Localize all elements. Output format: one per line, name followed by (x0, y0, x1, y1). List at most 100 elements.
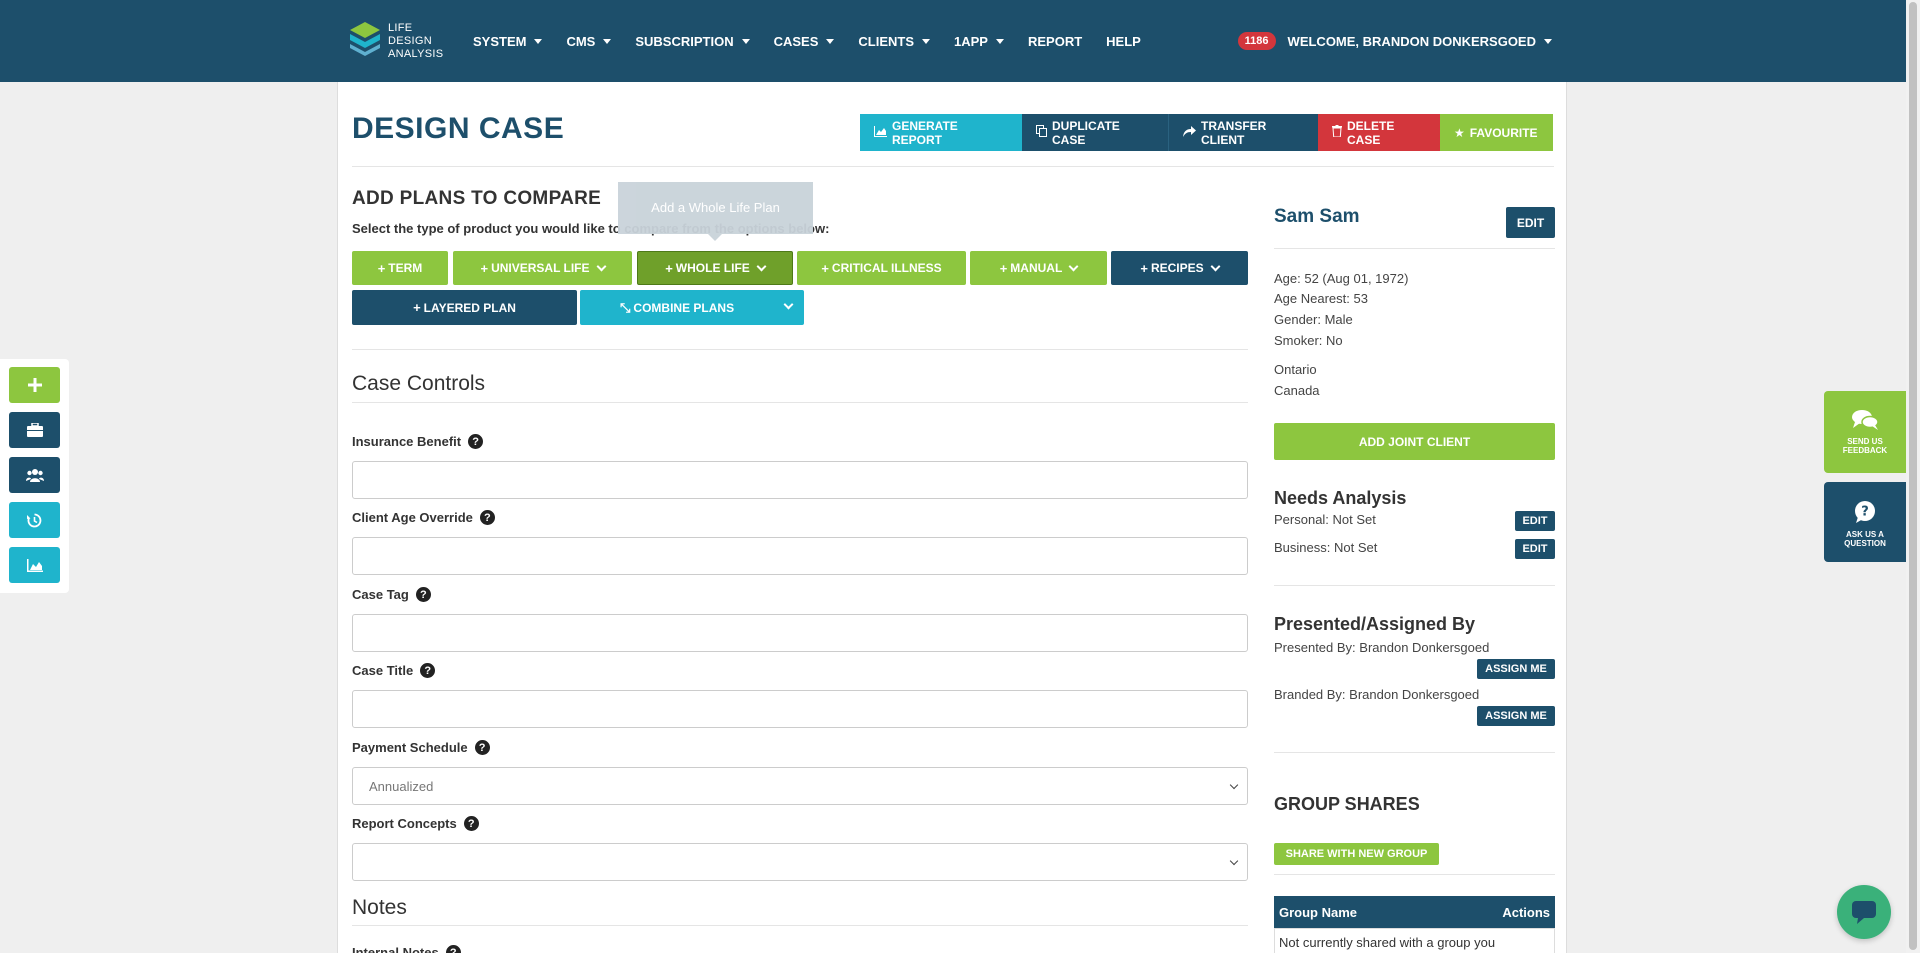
help-icon[interactable]: ? (445, 945, 461, 953)
nav-label: SYSTEM (473, 33, 527, 49)
help-icon[interactable]: ? (415, 587, 431, 602)
nav-help[interactable]: HELP (1106, 34, 1141, 49)
client-age-nearest: Age Nearest: 53 (1274, 291, 1368, 306)
logo-text-line: ANALYSIS (388, 48, 444, 60)
needs-personal: Personal: Not Set (1274, 512, 1376, 527)
payment-schedule-select[interactable]: Annualized (352, 767, 1248, 805)
user-menu[interactable]: WELCOME, BRANDON DONKERSGOED (1288, 34, 1552, 49)
chevron-down-icon (596, 261, 606, 271)
widget-label: FEEDBACK (1842, 446, 1888, 455)
nav-1app[interactable]: 1APP (954, 34, 1004, 49)
select-value: Annualized (369, 779, 434, 794)
table-row: Not currently shared with a group you (1274, 928, 1555, 953)
transfer-client-button[interactable]: TRANSFER CLIENT (1168, 114, 1318, 151)
scrollbar-thumb[interactable] (1909, 2, 1917, 950)
label-text: Report Concepts (352, 816, 457, 831)
add-critical-illness-button[interactable]: + CRITICAL ILLNESS (797, 251, 966, 285)
edit-personal-needs-button[interactable]: EDIT (1515, 511, 1555, 531)
insurance-benefit-label: Insurance Benefit? (352, 434, 484, 449)
question-bubble-icon: ? (1855, 501, 1875, 523)
notes-heading: Notes (352, 896, 407, 919)
label-text: Case Title (352, 663, 414, 678)
nav-system[interactable]: SYSTEM (473, 33, 543, 49)
chat-icon (1852, 901, 1876, 924)
button-label: WHOLE LIFE (675, 261, 750, 275)
favourite-button[interactable]: ★ FAVOURITE (1440, 114, 1553, 151)
case-title-label: Case Title? (352, 663, 436, 678)
case-tag-input[interactable] (352, 614, 1248, 652)
add-whole-life-button[interactable]: + WHOLE LIFE (637, 251, 793, 285)
button-label: GENERATE REPORT (892, 118, 958, 147)
nav-cases[interactable]: CASES (774, 34, 835, 49)
button-label: LAYERED PLAN (423, 300, 516, 315)
divider (352, 349, 1248, 350)
page-scrollbar[interactable] (1906, 0, 1920, 953)
quick-report-button[interactable] (9, 547, 60, 583)
widget-label: SEND US (1847, 437, 1883, 446)
users-icon (25, 469, 44, 482)
label-text: Insurance Benefit (352, 434, 462, 449)
button-label: MANUAL (1010, 261, 1063, 275)
report-concepts-select[interactable] (352, 843, 1248, 881)
quick-history-button[interactable] (9, 502, 60, 538)
add-layered-plan-button[interactable]: + LAYERED PLAN (352, 290, 577, 325)
duplicate-case-button[interactable]: DUPLICATE CASE (1022, 114, 1168, 151)
insurance-benefit-input[interactable] (352, 461, 1248, 499)
client-name: Sam Sam (1274, 206, 1360, 227)
logo[interactable]: LIFE DESIGN ANALYSIS (348, 20, 448, 62)
nav-label: CMS (566, 33, 596, 49)
quick-cases-button[interactable] (9, 412, 60, 448)
nav-subscription[interactable]: SUBSCRIPTION (635, 34, 750, 49)
send-feedback-widget[interactable]: SEND US FEEDBACK (1824, 391, 1906, 473)
case-controls-heading: Case Controls (352, 372, 486, 395)
assign-me-branded-button[interactable]: ASSIGN ME (1477, 706, 1555, 726)
help-icon[interactable]: ? (420, 663, 436, 678)
share-arrow-icon (1183, 125, 1196, 140)
chevron-down-icon (1068, 261, 1079, 271)
quick-clients-button[interactable] (9, 457, 60, 493)
button-label: DUPLICATE CASE (1052, 118, 1120, 147)
widget-label: ASK US A (1846, 530, 1884, 539)
add-manual-button[interactable]: + MANUAL (970, 251, 1107, 285)
quick-add-button[interactable] (9, 367, 60, 403)
help-icon[interactable]: ? (479, 510, 495, 525)
divider (1274, 874, 1555, 875)
edit-client-button[interactable]: EDIT (1506, 207, 1555, 238)
notification-badge[interactable]: 1186 (1237, 32, 1276, 50)
add-recipes-button[interactable]: + RECIPES (1111, 251, 1248, 285)
area-chart-icon (874, 125, 887, 140)
generate-report-button[interactable]: GENERATE REPORT (860, 114, 1022, 151)
ask-question-widget[interactable]: ? ASK US A QUESTION (1824, 482, 1906, 562)
top-navbar: LIFE DESIGN ANALYSIS SYSTEM CMS SUBSCRIP… (0, 0, 1920, 82)
combine-plans-button[interactable]: ⤡ COMBINE PLANS (580, 290, 804, 325)
briefcase-icon (26, 423, 43, 437)
help-icon[interactable]: ? (468, 434, 484, 449)
client-country: Canada (1274, 383, 1320, 398)
divider (352, 166, 1554, 167)
assign-me-presented-button[interactable]: ASSIGN ME (1477, 659, 1555, 679)
label-text: Case Tag (352, 587, 409, 602)
internal-notes-label: Internal Notes? (352, 945, 461, 953)
nav-cms[interactable]: CMS (566, 33, 612, 49)
add-term-button[interactable]: + TERM (352, 251, 448, 285)
chevron-down-icon[interactable] (783, 299, 794, 310)
edit-business-needs-button[interactable]: EDIT (1515, 539, 1555, 559)
client-age-override-input[interactable] (352, 537, 1248, 575)
nav-label: CASES (773, 33, 819, 49)
help-icon[interactable]: ? (463, 816, 479, 831)
help-icon[interactable]: ? (474, 740, 490, 755)
case-title-input[interactable] (352, 690, 1248, 728)
case-tag-label: Case Tag? (352, 587, 431, 602)
plus-icon: + (377, 260, 386, 276)
live-chat-button[interactable] (1837, 885, 1891, 939)
nav-report[interactable]: REPORT (1028, 34, 1082, 49)
svg-text:?: ? (1861, 505, 1869, 520)
add-universal-life-button[interactable]: + UNIVERSAL LIFE (453, 251, 632, 285)
delete-case-button[interactable]: DELETE CASE (1318, 114, 1440, 151)
share-with-new-group-button[interactable]: SHARE WITH NEW GROUP (1274, 843, 1439, 865)
nav-clients[interactable]: CLIENTS (858, 34, 931, 49)
client-gender: Gender: Male (1274, 312, 1353, 327)
report-concepts-label: Report Concepts? (352, 816, 479, 831)
add-joint-client-button[interactable]: ADD JOINT CLIENT (1274, 423, 1555, 460)
label-text: Client Age Override (352, 510, 473, 525)
